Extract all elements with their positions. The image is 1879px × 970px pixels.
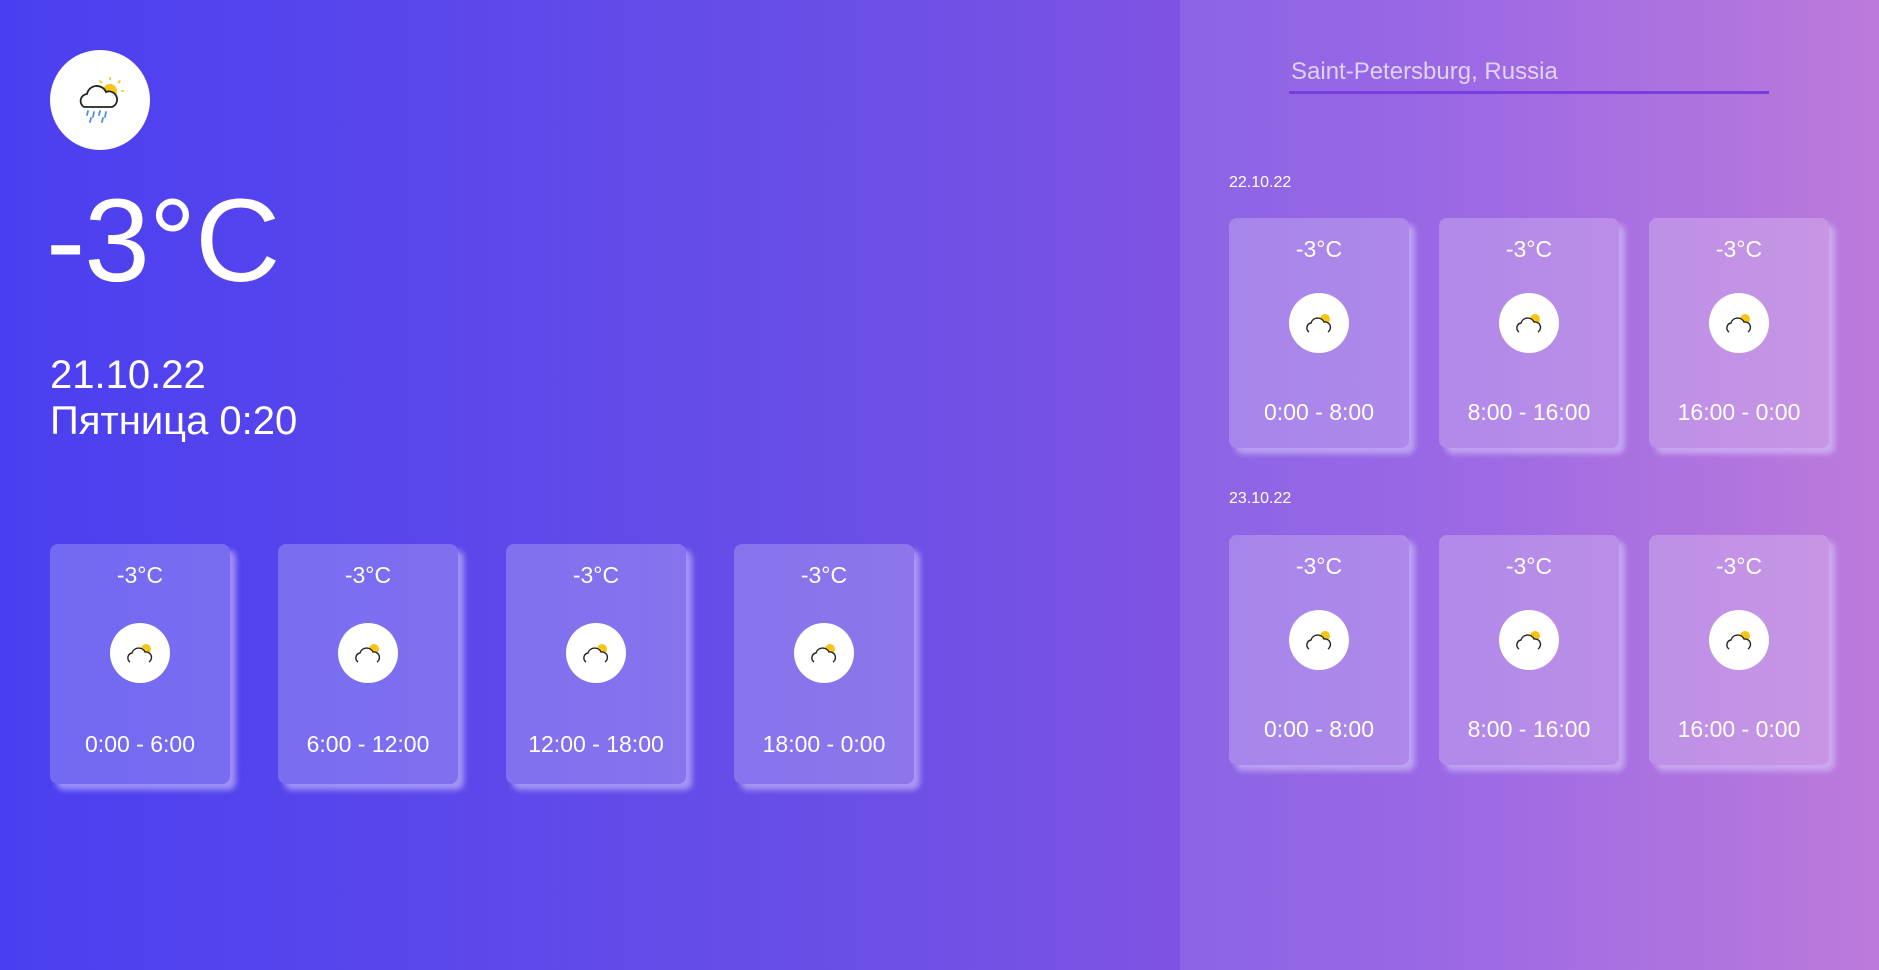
city-search-input[interactable] — [1289, 52, 1769, 94]
cloud-sun-icon — [1499, 293, 1559, 353]
hourly-card: -3°C 12:00 - 18:00 — [506, 544, 686, 784]
cloud-sun-icon — [1499, 610, 1559, 670]
card-period: 8:00 - 16:00 — [1467, 399, 1591, 425]
card-temperature: -3°C — [1715, 553, 1763, 579]
card-period: 0:00 - 8:00 — [1264, 716, 1374, 742]
cloud-sun-icon — [110, 623, 170, 683]
card-period: 0:00 - 6:00 — [85, 731, 195, 757]
card-period: 18:00 - 0:00 — [762, 731, 886, 757]
card-temperature: -3°C — [1715, 236, 1763, 262]
hourly-card: -3°C 18:00 - 0:00 — [734, 544, 914, 784]
cloud-sun-icon — [1709, 610, 1769, 670]
card-temperature: -3°C — [344, 562, 392, 588]
forecast-card: -3°C 0:00 - 8:00 — [1229, 218, 1409, 448]
forecast-card: -3°C 16:00 - 0:00 — [1649, 218, 1829, 448]
main-panel: -3°C 21.10.22 Пятница 0:20 -3°C 0:00 - 6… — [0, 0, 1180, 970]
card-period: 12:00 - 18:00 — [528, 731, 664, 757]
cloud-sun-icon — [794, 623, 854, 683]
forecast-card: -3°C 0:00 - 8:00 — [1229, 535, 1409, 765]
card-period: 6:00 - 12:00 — [306, 731, 430, 757]
card-period: 16:00 - 0:00 — [1677, 399, 1801, 425]
forecast-sidebar — [1180, 0, 1879, 970]
card-temperature: -3°C — [1295, 236, 1343, 262]
cloud-sun-icon — [338, 623, 398, 683]
hourly-card: -3°C 0:00 - 6:00 — [50, 544, 230, 784]
forecast-card: -3°C 8:00 - 16:00 — [1439, 535, 1619, 765]
forecast-date: 22.10.22 — [1229, 174, 1292, 191]
card-period: 16:00 - 0:00 — [1677, 716, 1801, 742]
current-date: 21.10.22 — [50, 353, 206, 397]
cloud-sun-icon — [1289, 610, 1349, 670]
cloud-rain-sun-icon — [50, 50, 150, 150]
card-temperature: -3°C — [572, 562, 620, 588]
cloud-sun-icon — [566, 623, 626, 683]
forecast-date: 23.10.22 — [1229, 490, 1292, 507]
card-temperature: -3°C — [1505, 236, 1553, 262]
current-temperature: -3°C — [46, 175, 280, 307]
card-temperature: -3°C — [1505, 553, 1553, 579]
current-day-time: Пятница 0:20 — [50, 399, 298, 443]
card-period: 0:00 - 8:00 — [1264, 399, 1374, 425]
card-period: 8:00 - 16:00 — [1467, 716, 1591, 742]
forecast-card: -3°C 16:00 - 0:00 — [1649, 535, 1829, 765]
cloud-sun-icon — [1289, 293, 1349, 353]
card-temperature: -3°C — [116, 562, 164, 588]
card-temperature: -3°C — [1295, 553, 1343, 579]
forecast-card: -3°C 8:00 - 16:00 — [1439, 218, 1619, 448]
hourly-card: -3°C 6:00 - 12:00 — [278, 544, 458, 784]
cloud-sun-icon — [1709, 293, 1769, 353]
card-temperature: -3°C — [800, 562, 848, 588]
